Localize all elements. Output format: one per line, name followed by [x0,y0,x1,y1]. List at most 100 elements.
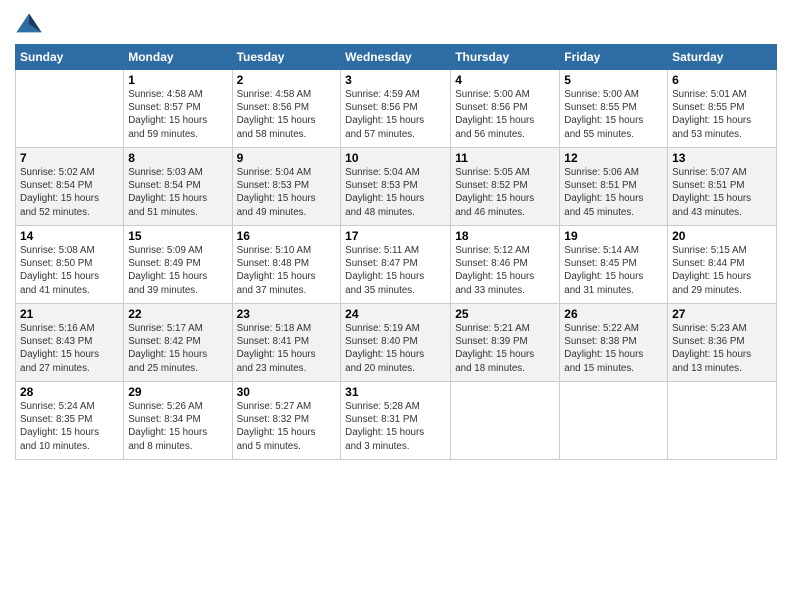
day-info: Sunrise: 5:21 AM Sunset: 8:39 PM Dayligh… [455,322,555,375]
day-number: 28 [20,385,119,399]
day-number: 30 [237,385,337,399]
day-cell [668,382,777,460]
day-number: 31 [345,385,446,399]
day-cell: 2Sunrise: 4:58 AM Sunset: 8:56 PM Daylig… [232,70,341,148]
day-number: 8 [128,151,227,165]
day-info: Sunrise: 5:09 AM Sunset: 8:49 PM Dayligh… [128,244,227,297]
week-row-2: 7Sunrise: 5:02 AM Sunset: 8:54 PM Daylig… [16,148,777,226]
col-header-wednesday: Wednesday [341,45,451,70]
day-cell: 26Sunrise: 5:22 AM Sunset: 8:38 PM Dayli… [560,304,668,382]
day-cell: 15Sunrise: 5:09 AM Sunset: 8:49 PM Dayli… [124,226,232,304]
day-info: Sunrise: 4:58 AM Sunset: 8:56 PM Dayligh… [237,88,337,141]
day-info: Sunrise: 5:00 AM Sunset: 8:56 PM Dayligh… [455,88,555,141]
day-cell: 31Sunrise: 5:28 AM Sunset: 8:31 PM Dayli… [341,382,451,460]
day-number: 25 [455,307,555,321]
day-number: 4 [455,73,555,87]
day-number: 6 [672,73,772,87]
day-number: 1 [128,73,227,87]
day-info: Sunrise: 5:11 AM Sunset: 8:47 PM Dayligh… [345,244,446,297]
day-info: Sunrise: 5:17 AM Sunset: 8:42 PM Dayligh… [128,322,227,375]
col-header-sunday: Sunday [16,45,124,70]
col-header-tuesday: Tuesday [232,45,341,70]
day-cell: 30Sunrise: 5:27 AM Sunset: 8:32 PM Dayli… [232,382,341,460]
day-cell: 29Sunrise: 5:26 AM Sunset: 8:34 PM Dayli… [124,382,232,460]
day-info: Sunrise: 5:22 AM Sunset: 8:38 PM Dayligh… [564,322,663,375]
day-number: 15 [128,229,227,243]
col-header-monday: Monday [124,45,232,70]
calendar-table: SundayMondayTuesdayWednesdayThursdayFrid… [15,44,777,460]
day-cell: 7Sunrise: 5:02 AM Sunset: 8:54 PM Daylig… [16,148,124,226]
day-number: 9 [237,151,337,165]
col-header-saturday: Saturday [668,45,777,70]
day-cell: 23Sunrise: 5:18 AM Sunset: 8:41 PM Dayli… [232,304,341,382]
day-cell: 11Sunrise: 5:05 AM Sunset: 8:52 PM Dayli… [451,148,560,226]
day-info: Sunrise: 5:01 AM Sunset: 8:55 PM Dayligh… [672,88,772,141]
day-info: Sunrise: 5:28 AM Sunset: 8:31 PM Dayligh… [345,400,446,453]
day-info: Sunrise: 5:10 AM Sunset: 8:48 PM Dayligh… [237,244,337,297]
day-number: 18 [455,229,555,243]
day-info: Sunrise: 5:18 AM Sunset: 8:41 PM Dayligh… [237,322,337,375]
day-number: 22 [128,307,227,321]
day-cell: 28Sunrise: 5:24 AM Sunset: 8:35 PM Dayli… [16,382,124,460]
day-number: 20 [672,229,772,243]
day-cell: 3Sunrise: 4:59 AM Sunset: 8:56 PM Daylig… [341,70,451,148]
day-number: 24 [345,307,446,321]
header-row: SundayMondayTuesdayWednesdayThursdayFrid… [16,45,777,70]
col-header-thursday: Thursday [451,45,560,70]
day-info: Sunrise: 4:59 AM Sunset: 8:56 PM Dayligh… [345,88,446,141]
day-cell [560,382,668,460]
day-number: 11 [455,151,555,165]
day-cell [16,70,124,148]
day-info: Sunrise: 5:06 AM Sunset: 8:51 PM Dayligh… [564,166,663,219]
week-row-3: 14Sunrise: 5:08 AM Sunset: 8:50 PM Dayli… [16,226,777,304]
day-number: 26 [564,307,663,321]
day-number: 21 [20,307,119,321]
day-cell: 8Sunrise: 5:03 AM Sunset: 8:54 PM Daylig… [124,148,232,226]
header [15,10,777,38]
day-info: Sunrise: 5:03 AM Sunset: 8:54 PM Dayligh… [128,166,227,219]
day-cell: 22Sunrise: 5:17 AM Sunset: 8:42 PM Dayli… [124,304,232,382]
week-row-1: 1Sunrise: 4:58 AM Sunset: 8:57 PM Daylig… [16,70,777,148]
week-row-4: 21Sunrise: 5:16 AM Sunset: 8:43 PM Dayli… [16,304,777,382]
day-info: Sunrise: 5:23 AM Sunset: 8:36 PM Dayligh… [672,322,772,375]
day-cell: 17Sunrise: 5:11 AM Sunset: 8:47 PM Dayli… [341,226,451,304]
day-number: 16 [237,229,337,243]
day-info: Sunrise: 5:26 AM Sunset: 8:34 PM Dayligh… [128,400,227,453]
day-info: Sunrise: 5:27 AM Sunset: 8:32 PM Dayligh… [237,400,337,453]
day-info: Sunrise: 5:14 AM Sunset: 8:45 PM Dayligh… [564,244,663,297]
main-container: SundayMondayTuesdayWednesdayThursdayFrid… [0,0,792,470]
day-number: 14 [20,229,119,243]
day-number: 13 [672,151,772,165]
day-number: 5 [564,73,663,87]
day-info: Sunrise: 5:24 AM Sunset: 8:35 PM Dayligh… [20,400,119,453]
day-info: Sunrise: 5:19 AM Sunset: 8:40 PM Dayligh… [345,322,446,375]
day-info: Sunrise: 5:16 AM Sunset: 8:43 PM Dayligh… [20,322,119,375]
day-cell: 9Sunrise: 5:04 AM Sunset: 8:53 PM Daylig… [232,148,341,226]
day-cell: 18Sunrise: 5:12 AM Sunset: 8:46 PM Dayli… [451,226,560,304]
day-info: Sunrise: 5:04 AM Sunset: 8:53 PM Dayligh… [237,166,337,219]
week-row-5: 28Sunrise: 5:24 AM Sunset: 8:35 PM Dayli… [16,382,777,460]
day-cell: 20Sunrise: 5:15 AM Sunset: 8:44 PM Dayli… [668,226,777,304]
day-cell: 10Sunrise: 5:04 AM Sunset: 8:53 PM Dayli… [341,148,451,226]
day-cell: 14Sunrise: 5:08 AM Sunset: 8:50 PM Dayli… [16,226,124,304]
day-cell: 16Sunrise: 5:10 AM Sunset: 8:48 PM Dayli… [232,226,341,304]
day-cell: 27Sunrise: 5:23 AM Sunset: 8:36 PM Dayli… [668,304,777,382]
day-cell: 19Sunrise: 5:14 AM Sunset: 8:45 PM Dayli… [560,226,668,304]
day-cell [451,382,560,460]
day-info: Sunrise: 5:15 AM Sunset: 8:44 PM Dayligh… [672,244,772,297]
day-info: Sunrise: 5:04 AM Sunset: 8:53 PM Dayligh… [345,166,446,219]
day-info: Sunrise: 5:07 AM Sunset: 8:51 PM Dayligh… [672,166,772,219]
day-number: 10 [345,151,446,165]
logo-icon [15,10,43,38]
day-number: 17 [345,229,446,243]
col-header-friday: Friday [560,45,668,70]
day-cell: 12Sunrise: 5:06 AM Sunset: 8:51 PM Dayli… [560,148,668,226]
day-info: Sunrise: 4:58 AM Sunset: 8:57 PM Dayligh… [128,88,227,141]
day-number: 2 [237,73,337,87]
day-number: 27 [672,307,772,321]
day-cell: 4Sunrise: 5:00 AM Sunset: 8:56 PM Daylig… [451,70,560,148]
day-number: 23 [237,307,337,321]
day-info: Sunrise: 5:02 AM Sunset: 8:54 PM Dayligh… [20,166,119,219]
day-number: 7 [20,151,119,165]
day-number: 29 [128,385,227,399]
